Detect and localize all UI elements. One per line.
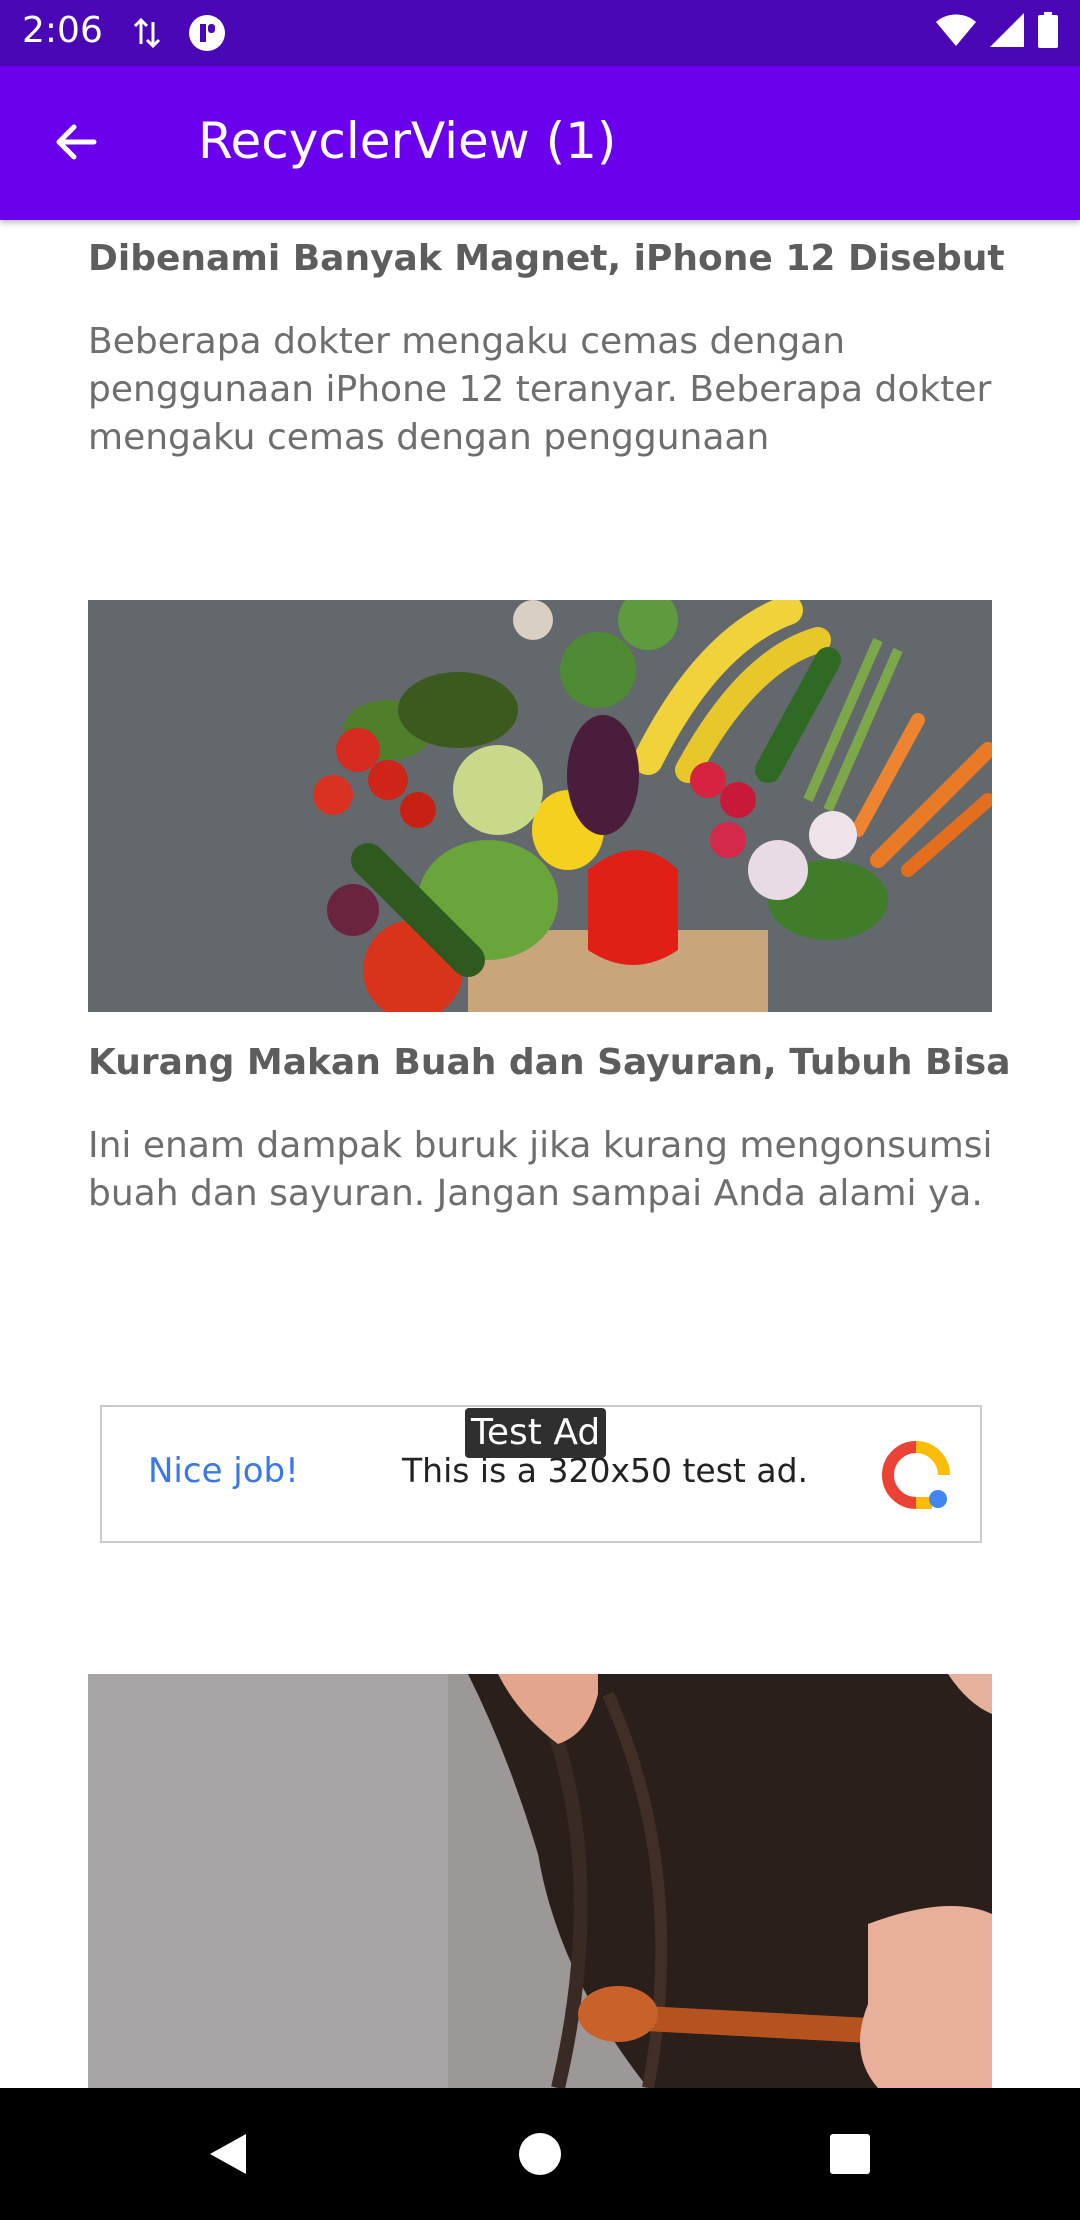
status-icons-right bbox=[936, 12, 1058, 52]
nav-recents-icon bbox=[830, 2134, 870, 2174]
news-title: Dibenami Banyak Magnet, iPhone 12 Disebu… bbox=[88, 238, 1005, 279]
ad-headline: Nice job! bbox=[148, 1451, 299, 1491]
nav-home-button[interactable] bbox=[510, 2124, 570, 2184]
status-time: 2:06 bbox=[22, 10, 103, 51]
arrow-back-icon bbox=[56, 124, 97, 160]
news-image bbox=[88, 600, 992, 1012]
nav-back-button[interactable] bbox=[198, 2124, 258, 2184]
ad-logo-icon bbox=[882, 1441, 950, 1513]
ad-text: This is a 320x50 test ad. bbox=[402, 1451, 809, 1490]
status-bar: 2:06 bbox=[0, 0, 1080, 66]
app-bar-title: RecyclerView (1) bbox=[198, 112, 617, 170]
back-button[interactable] bbox=[44, 110, 108, 174]
recycler-view[interactable]: Dibenami Banyak Magnet, iPhone 12 Disebu… bbox=[0, 220, 1080, 2088]
news-description: Beberapa dokter mengaku cemas dengan pen… bbox=[88, 321, 992, 458]
news-description: Ini enam dampak buruk jika kurang mengon… bbox=[88, 1125, 993, 1214]
data-transfer-icon bbox=[132, 16, 162, 54]
news-title: Kurang Makan Buah dan Sayuran, Tubuh Bis… bbox=[88, 1042, 1008, 1083]
wifi-icon bbox=[936, 14, 976, 50]
nav-home-icon bbox=[519, 2133, 561, 2175]
news-image bbox=[88, 1674, 992, 2088]
cellular-signal-icon bbox=[990, 13, 1024, 51]
navigation-bar bbox=[0, 2088, 1080, 2220]
status-icons-left bbox=[132, 14, 226, 56]
nav-recents-button[interactable] bbox=[820, 2124, 880, 2184]
test-ad-badge: Test Ad bbox=[465, 1408, 607, 1458]
battery-icon bbox=[1038, 12, 1058, 52]
app-notification-icon bbox=[188, 14, 226, 56]
nav-back-icon bbox=[210, 2134, 246, 2174]
